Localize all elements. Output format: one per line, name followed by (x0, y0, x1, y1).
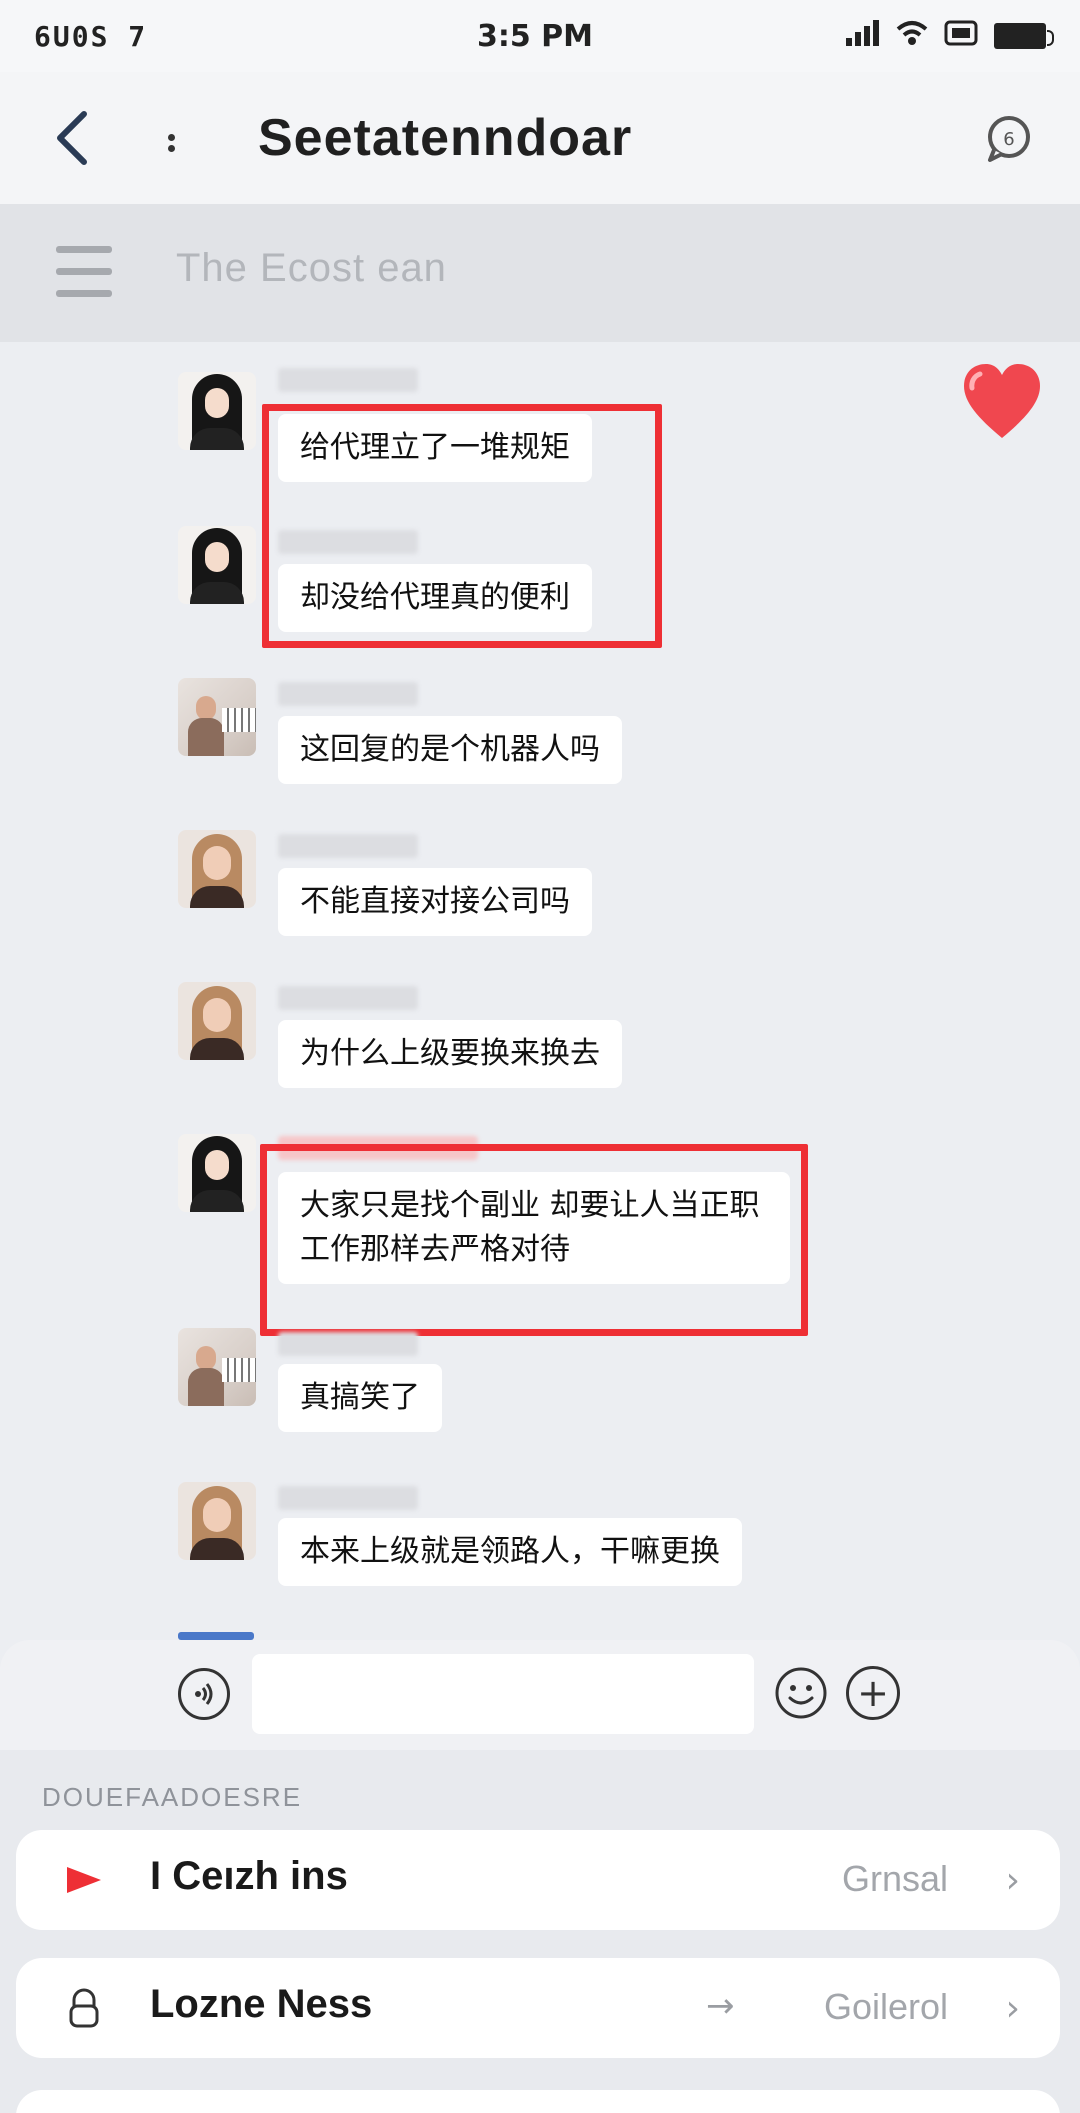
avatar[interactable] (178, 526, 256, 604)
svg-text:6: 6 (1003, 129, 1014, 150)
message-bubble[interactable]: 不能直接对接公司吗 (278, 868, 592, 936)
plus-icon[interactable]: + (846, 1666, 900, 1720)
message-bubble[interactable]: 真搞笑了 (278, 1364, 442, 1432)
settings-row-partial (16, 2090, 1060, 2113)
sender-name-blurred (278, 368, 418, 392)
sender-name-blurred (278, 682, 418, 706)
play-icon (64, 1860, 104, 1900)
status-time: 3:5 PM (476, 18, 594, 54)
heart-icon (964, 364, 1040, 438)
row-title: I Ceızh ins (150, 1854, 348, 1898)
avatar[interactable] (178, 830, 256, 908)
highlight-box (262, 404, 662, 648)
chat-header: Seetatenndoar 6 (0, 72, 1080, 204)
avatar[interactable] (178, 982, 256, 1060)
battery-icon (994, 23, 1054, 49)
sender-name-blurred (278, 1332, 418, 1356)
settings-panel: DOUEFAADOESRE I Ceızh ins Grnsal › Lozne… (0, 1750, 1080, 2113)
network-icon (944, 20, 978, 52)
message-bubble[interactable]: 本来上级就是领路人，干嘛更换 (278, 1518, 742, 1586)
row-value: Grnsal (841, 1858, 948, 1899)
status-icons (846, 20, 1054, 52)
group-subheader: The Ecost ean (0, 204, 1080, 342)
vertical-dots-icon[interactable] (164, 130, 178, 180)
partial-avatar (178, 1632, 254, 1640)
lock-icon (64, 1988, 104, 2028)
avatar[interactable] (178, 372, 256, 450)
chat-bubble-icon[interactable]: 6 (984, 114, 1034, 164)
section-label: DOUEFAADOESRE (42, 1782, 303, 1812)
avatar[interactable] (178, 1328, 256, 1406)
avatar[interactable] (178, 1482, 256, 1560)
back-button[interactable] (44, 108, 100, 168)
signal-icon (846, 20, 880, 52)
wifi-icon (896, 20, 928, 52)
arrow-right-icon: → (706, 1986, 735, 2026)
highlight-box (260, 1144, 808, 1336)
row-value: Goilerol (823, 1986, 948, 2027)
page-title: Seetatenndoar (258, 109, 633, 167)
group-announcement[interactable]: The Ecost ean (176, 246, 447, 291)
sender-name-blurred (278, 834, 418, 858)
sender-name-blurred (278, 986, 418, 1010)
status-carrier: 6U0S 7 (34, 19, 148, 53)
avatar[interactable] (178, 678, 256, 756)
row-title: Lozne Ness (150, 1982, 373, 2026)
message-input[interactable] (252, 1654, 754, 1734)
message-input-bar: + (0, 1640, 1080, 1750)
sender-name-blurred (278, 1486, 418, 1510)
menu-icon[interactable] (56, 246, 112, 298)
message-bubble[interactable]: 这回复的是个机器人吗 (278, 716, 622, 784)
chevron-left-icon (57, 111, 87, 165)
settings-row-1[interactable]: I Ceızh ins Grnsal › (16, 1830, 1060, 1930)
settings-row-2[interactable]: Lozne Ness → Goilerol › (16, 1958, 1060, 2058)
chevron-right-icon: › (1005, 1860, 1020, 1901)
emoji-icon[interactable] (774, 1666, 828, 1720)
status-bar: 6U0S 7 3:5 PM (0, 0, 1080, 72)
message-bubble[interactable]: 为什么上级要换来换去 (278, 1020, 622, 1088)
chevron-right-icon: › (1005, 1988, 1020, 2029)
voice-icon[interactable] (178, 1668, 230, 1720)
avatar[interactable] (178, 1134, 256, 1212)
